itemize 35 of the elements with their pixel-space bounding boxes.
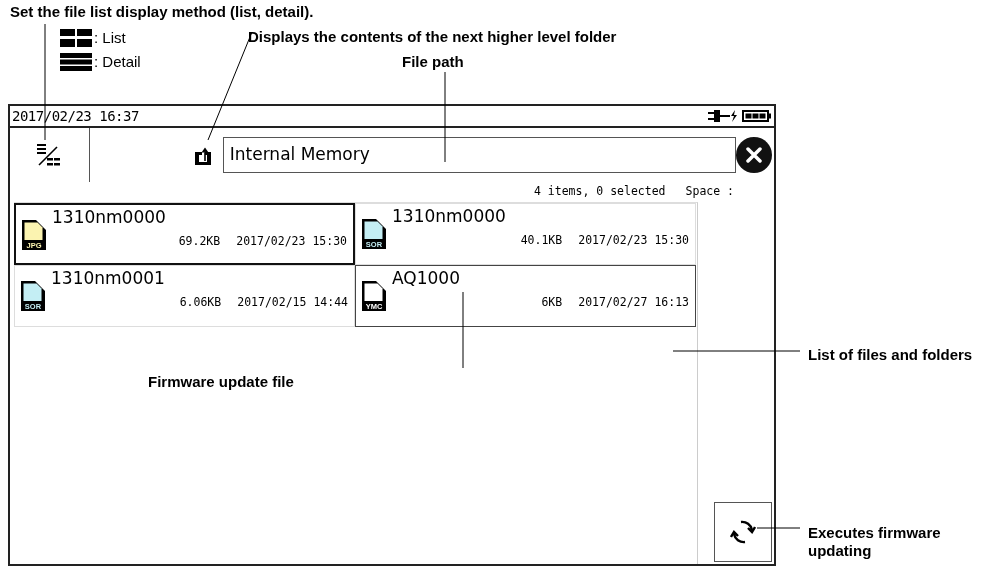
file-date: 2017/02/23 15:30: [578, 231, 689, 249]
file-size: 69.2KB: [178, 232, 221, 250]
path-field[interactable]: Internal Memory: [222, 137, 737, 173]
up-folder-icon[interactable]: [194, 146, 211, 165]
legend-label: : Detail: [94, 52, 141, 72]
close-button[interactable]: [736, 137, 772, 173]
item-count: 4 items, 0 selected: [533, 183, 666, 201]
circular-arrows-icon: [730, 519, 756, 545]
detail-mode-icon: [60, 53, 92, 72]
annotation-text: List of files and folders: [808, 346, 974, 364]
file-name: 1310nm0000: [52, 208, 167, 227]
file-name: 1310nm0001: [51, 269, 166, 288]
file-size: 6KB: [541, 293, 563, 311]
annotation-text: Displays the contents of the next higher level folder: [248, 28, 617, 46]
file-size: 6.06KB: [179, 293, 222, 311]
battery-icon: [742, 110, 772, 122]
file-name: 1310nm0000: [392, 207, 507, 226]
annotation-text: Firmware update file: [148, 373, 294, 391]
file-date: 2017/02/23 15:30: [236, 232, 347, 250]
annotation-text: File path: [402, 53, 464, 71]
file-name: AQ1000: [392, 269, 461, 288]
annotation-text: Executes firmware updating: [808, 524, 942, 560]
plug-icon: [708, 110, 738, 122]
close-icon: [746, 147, 763, 163]
annotation-text: Set the file list display method (list, detail).: [10, 3, 314, 21]
update-button[interactable]: [714, 502, 772, 562]
file-date: 2017/02/27 16:13: [578, 293, 689, 311]
date-time: 2017/02/23 16:37: [12, 106, 139, 126]
file-size: 40.1KB: [520, 231, 563, 249]
space-label: Space :: [685, 183, 734, 201]
leader-line: [756, 527, 801, 529]
file-date: 2017/02/15 14:44: [237, 293, 348, 311]
view-mode-icon[interactable]: [37, 144, 62, 166]
list-mode-icon: [60, 29, 92, 48]
legend-label: : List: [94, 28, 126, 48]
